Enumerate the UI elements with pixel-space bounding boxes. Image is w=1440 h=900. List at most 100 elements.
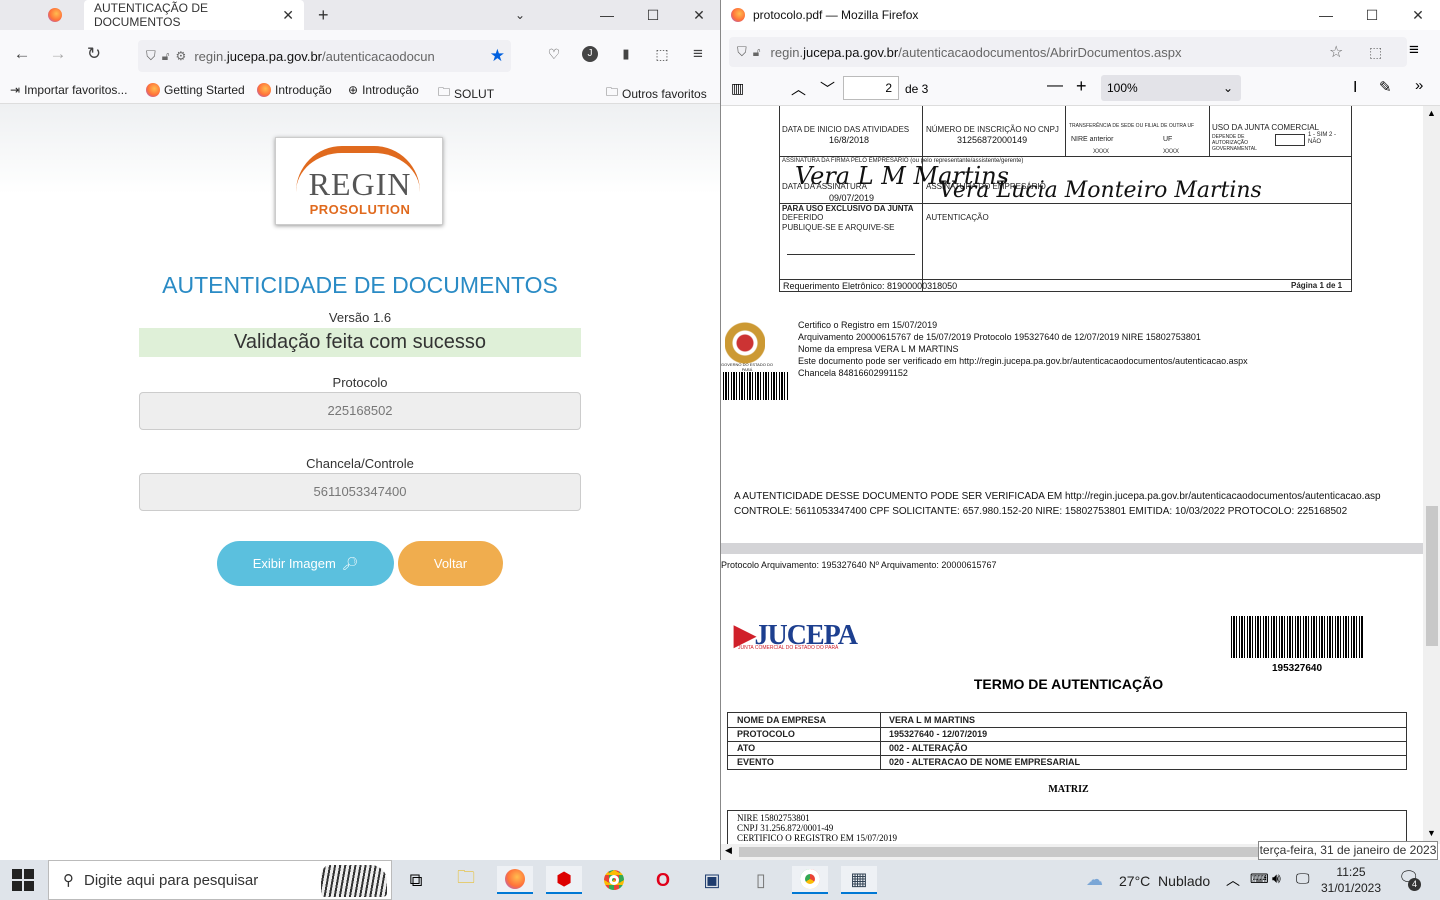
extensions-icon[interactable]: ⬚ [1369,44,1382,61]
form-divider [1209,106,1210,156]
chrome-profile-icon[interactable] [792,866,828,894]
left-url-bar[interactable]: ⛉ 🔓︎ ⚙ regin. jucepa.pa.gov.br/autenticac… [138,40,511,72]
pocket-icon[interactable]: ♡ [542,42,566,66]
pdf-maximize-button[interactable]: ☐ [1349,0,1395,30]
search-icon: 🔎︎ [341,555,359,571]
windows-start-icon[interactable] [12,869,34,891]
taskbar-search[interactable]: ⚲ Digite aqui para pesquisar [48,860,392,900]
bookmark-introducao-1[interactable]: Introdução [257,83,332,97]
url-path: /autenticacaodocun [322,48,435,64]
document-icon[interactable]: ▯ [743,866,779,894]
forward-icon[interactable]: → [46,42,70,66]
bookmark-introducao-2[interactable]: ⊕ Introdução [348,83,419,97]
protocolo-field[interactable]: 225168502 [139,392,581,430]
back-icon[interactable]: ← [10,42,34,66]
reload-icon[interactable]: ↻ [82,42,106,66]
notifications-icon[interactable]: 🗨︎ 4 [1398,868,1421,891]
form-divider [779,156,1352,157]
draw-icon[interactable]: ✎ [1379,78,1392,96]
bookmark-solut[interactable]: 🗀︎ SOLUT [438,83,494,104]
pdf-titlebar: protocolo.pdf — Mozilla Firefox — ☐ ✕ [721,0,1440,30]
zoom-out-icon[interactable]: — [1047,77,1063,95]
firefox-taskbar-icon[interactable] [497,866,533,894]
url-domain: jucepa.pa.gov.br [226,48,323,64]
folder-icon: 🗀︎ [606,85,619,99]
bookmark-getting-started[interactable]: Getting Started [146,83,245,97]
prev-page-icon[interactable]: ︿ [791,78,806,99]
pdf-viewer[interactable]: DATA DE INICIO DAS ATIVIDADES 16/8/2018 … [721,106,1423,844]
date-tooltip: terça-feira, 31 de janeiro de 2023 [1258,841,1438,860]
text-cursor-icon[interactable]: Ⅰ [1353,78,1357,96]
folder-icon: 🗀︎ [438,85,451,99]
scroll-left-icon[interactable]: ◀ [725,845,732,856]
close-tab-icon[interactable]: ✕ [282,7,294,24]
pdf-close-button[interactable]: ✕ [1395,0,1440,30]
volume-icon[interactable]: 🔊︎ [1272,870,1281,887]
cloud-icon: ☁ [1086,870,1103,889]
pdf-toolbar: ▥ ︿ ﹀ 2 de 3 — + 100% ⌄ Ⅰ ✎ » [721,72,1440,106]
checkbox-box [1275,134,1305,146]
meet-icon[interactable]: ⌨ [1250,871,1269,887]
star-icon[interactable]: ☆ [1329,42,1343,62]
form-divider [1065,106,1066,156]
network-icon[interactable]: 🖵︎ [1296,870,1310,887]
scroll-thumb[interactable] [1426,506,1438,646]
acrobat-icon[interactable]: ⬢ [546,866,582,894]
auth-line-2: CONTROLE: 5611053347400 CPF SOLICITANTE:… [734,506,1348,517]
regin-logo: REGIN PROSOLUTION [275,137,443,225]
zoom-select[interactable]: 100% ⌄ [1101,75,1241,101]
file-explorer-icon[interactable]: 🗀︎ [448,866,484,894]
vertical-scrollbar[interactable]: ▲ ▼ [1423,106,1440,844]
task-view-icon[interactable]: ⧉ [398,866,434,894]
chancela-field[interactable]: 5611053347400 [139,473,581,511]
bookmark-star-icon[interactable]: ★ [490,46,505,66]
tab-active[interactable]: AUTENTICAÇÃO DE DOCUMENTOS ✕ [84,0,304,30]
weather-text[interactable]: 27°C Nublado [1119,873,1210,889]
auth-line-1: A AUTENTICIDADE DESSE DOCUMENTO PODE SER… [734,491,1381,502]
clock[interactable]: 11:25 31/01/2023 [1318,864,1384,896]
termo-table: NOME DA EMPRESA VERA L M MARTINS PROTOCO… [727,712,1407,770]
pdf-minimize-button[interactable]: — [1303,0,1349,30]
bookmark-import[interactable]: ⇥ Importar favoritos... [10,83,127,97]
chrome-icon[interactable] [596,866,632,894]
extensions-icon[interactable]: ⬚ [650,42,674,66]
state-seal-icon [725,322,765,364]
show-image-button[interactable]: Exibir Imagem 🔎︎ [217,541,394,586]
permissions-icon: ⚙ [175,49,187,63]
pdf-page-2: DATA DE INICIO DAS ATIVIDADES 16/8/2018 … [721,106,1423,543]
minimize-button[interactable]: — [584,0,630,30]
app-icon[interactable]: ▣ [694,866,730,894]
pdf-page-3: Protocolo Arquivamento: 195327640 Nº Arq… [721,554,1423,844]
zoom-in-icon[interactable]: + [1076,76,1087,97]
account-icon[interactable]: J [578,42,602,66]
tab-list-icon[interactable]: ⌄ [515,0,525,30]
chevron-up-icon[interactable]: ︿ [1226,870,1240,890]
logo-sub: PROSOLUTION [309,202,411,217]
sidebar-toggle-icon[interactable]: ▥ [731,80,744,97]
opera-icon[interactable]: O [645,866,681,894]
calculator-icon[interactable]: ▦ [841,866,877,894]
close-window-button[interactable]: ✕ [676,0,720,30]
scroll-up-icon[interactable]: ▲ [1427,108,1436,118]
tab-title: AUTENTICAÇÃO DE DOCUMENTOS [94,1,209,29]
signature-line [787,254,915,255]
page-number-input[interactable]: 2 [843,76,899,100]
import-icon: ⇥ [10,83,21,97]
scroll-down-icon[interactable]: ▼ [1427,828,1436,838]
more-tools-icon[interactable]: » [1415,77,1423,94]
back-button[interactable]: Voltar [398,541,503,586]
menu-icon[interactable]: ≡ [686,42,710,66]
form-divider [779,279,1352,280]
bookmark-other[interactable]: 🗀︎ Outros favoritos [606,83,707,104]
chevron-down-icon: ⌄ [1222,81,1233,95]
new-tab-button[interactable]: + [318,0,329,30]
pdf-url-bar[interactable]: ⛉ 🔓︎ regin. jucepa.pa.gov.br/autenticacao… [729,37,1407,67]
pinned-tab[interactable] [48,0,68,30]
maximize-button[interactable]: ☐ [630,0,676,30]
next-page-icon[interactable]: ﹀ [820,78,835,99]
shield-icon: ⛉ [146,48,156,63]
success-message: Validação feita com sucesso [139,328,581,357]
extension-icon[interactable]: ▮ [614,42,638,66]
shield-icon: ⛉ [737,44,747,59]
pdf-menu-icon[interactable]: ≡ [1409,40,1419,60]
